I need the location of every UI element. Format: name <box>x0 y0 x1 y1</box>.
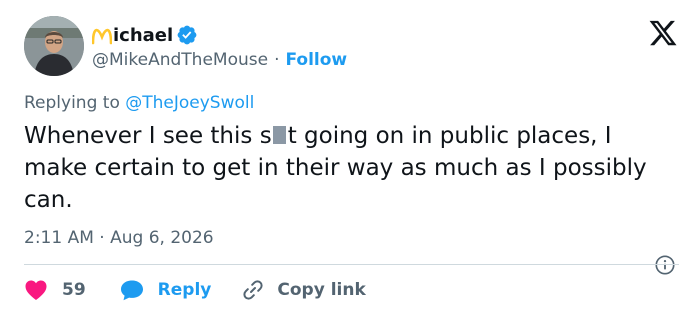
author-handle[interactable]: @MikeAndTheMouse <box>92 50 268 70</box>
tweet-text: Whenever I see this st going on in publi… <box>24 120 674 216</box>
author-name-row: ichael <box>92 22 198 48</box>
info-icon[interactable] <box>654 254 676 276</box>
divider <box>24 264 679 265</box>
golden-arches-icon <box>92 28 112 45</box>
replying-to-prefix: Replying to <box>24 93 126 113</box>
like-button[interactable]: 59 <box>24 279 86 301</box>
handle-separator: · <box>274 50 280 70</box>
heart-icon <box>25 280 47 300</box>
replying-to-line: Replying to @TheJoeySwoll <box>24 93 254 113</box>
reply-button[interactable]: Reply <box>120 279 212 301</box>
verified-badge-icon <box>177 25 197 45</box>
tweet-actions-bar: 59 Reply Copy link <box>24 277 366 303</box>
copy-link-button[interactable]: Copy link <box>241 278 366 302</box>
tweet-timestamp[interactable]: 2:11 AM · Aug 6, 2026 <box>24 228 214 248</box>
x-logo-icon[interactable] <box>648 18 678 48</box>
author-handle-row: @MikeAndTheMouse · Follow <box>92 49 347 71</box>
timestamp-time: 2:11 AM <box>24 228 94 248</box>
censored-block <box>272 126 286 144</box>
like-count: 59 <box>62 280 86 300</box>
reply-bubble-icon <box>120 280 143 301</box>
reply-label: Reply <box>157 280 212 300</box>
avatar[interactable] <box>24 16 84 76</box>
replying-to-handle-link[interactable]: @TheJoeySwoll <box>125 93 254 113</box>
tweet-text-part-1: Whenever I see this s <box>24 123 272 149</box>
timestamp-separator: · <box>93 228 111 248</box>
avatar-photo <box>24 16 84 76</box>
link-icon <box>243 280 263 300</box>
follow-button[interactable]: Follow <box>285 50 347 70</box>
timestamp-date: Aug 6, 2026 <box>110 228 214 248</box>
copy-link-label: Copy link <box>277 280 366 300</box>
author-display-name[interactable]: ichael <box>113 25 173 46</box>
